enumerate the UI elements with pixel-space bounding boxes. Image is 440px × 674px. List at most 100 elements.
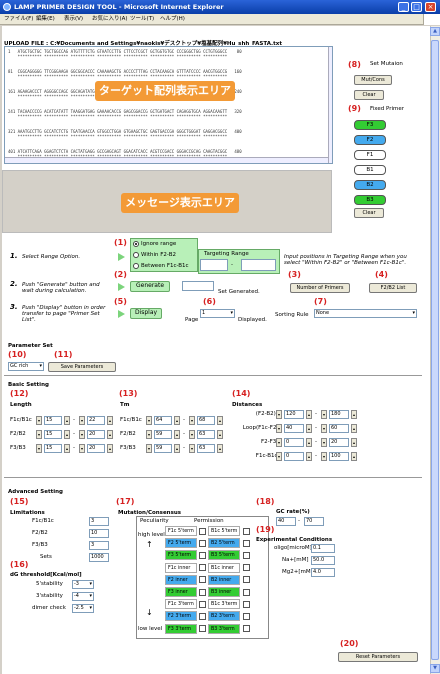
permission-checkbox[interactable] <box>243 527 250 535</box>
decrement-button[interactable]: ▾ <box>79 416 85 425</box>
min-input[interactable]: 40 <box>284 424 304 433</box>
decrement-button[interactable]: ▾ <box>79 430 85 439</box>
increment-button[interactable]: ▴ <box>64 430 70 439</box>
decrement-button[interactable]: ▾ <box>276 438 282 447</box>
limitation-input[interactable]: 3 <box>89 517 109 526</box>
increment-button[interactable]: ▴ <box>174 444 180 453</box>
close-button[interactable]: × <box>425 2 436 12</box>
condition-input[interactable]: 4.0 <box>311 568 335 577</box>
min-input[interactable]: 59 <box>154 444 172 453</box>
menu-view[interactable]: 表示(V) <box>64 15 83 24</box>
max-input[interactable]: 100 <box>329 452 349 461</box>
menu-file[interactable]: ファイル(F) <box>4 15 33 24</box>
increment-button[interactable]: ▴ <box>306 424 312 433</box>
max-input[interactable]: 22 <box>87 416 105 425</box>
increment-button[interactable]: ▴ <box>306 438 312 447</box>
min-input[interactable]: 15 <box>44 416 62 425</box>
sorting-rule-select[interactable]: None <box>314 309 417 318</box>
sequence-display[interactable]: 1 ATGCTGCTGC TGCTGGCCAG ATGTTTTCTG GTAAT… <box>4 46 333 164</box>
permission-checkbox[interactable] <box>199 527 206 535</box>
scroll-down-arrow-icon[interactable]: ▼ <box>430 664 440 673</box>
dg-select[interactable]: -2.5 <box>72 604 94 613</box>
scroll-thumb[interactable] <box>431 40 439 660</box>
min-input[interactable]: 15 <box>44 444 62 453</box>
max-input[interactable]: 20 <box>87 430 105 439</box>
decrement-button[interactable]: ▾ <box>276 424 282 433</box>
min-input[interactable]: 64 <box>154 416 172 425</box>
reset-parameters-button[interactable]: Reset Parameters <box>338 652 418 662</box>
permission-checkbox[interactable] <box>243 551 250 559</box>
mutation-clear-button[interactable]: Clear <box>354 90 384 100</box>
max-input[interactable]: 180 <box>329 410 349 419</box>
max-input[interactable]: 63 <box>197 430 215 439</box>
scroll-up-arrow-icon[interactable]: ▲ <box>430 27 440 36</box>
save-parameters-button[interactable]: Save Parameters <box>48 362 116 372</box>
generate-button[interactable]: Generate <box>130 281 170 292</box>
max-input[interactable]: 63 <box>197 444 215 453</box>
permission-checkbox[interactable] <box>243 612 250 620</box>
decrement-button[interactable]: ▾ <box>146 416 152 425</box>
permission-checkbox[interactable] <box>199 600 206 608</box>
decrement-button[interactable]: ▾ <box>276 410 282 419</box>
fixed-f3-button[interactable]: F3 <box>354 120 386 130</box>
minimize-button[interactable]: _ <box>398 2 409 12</box>
limitation-input[interactable]: 3 <box>89 541 109 550</box>
dg-select[interactable]: -4 <box>72 592 94 601</box>
decrement-button[interactable]: ▾ <box>79 444 85 453</box>
increment-button[interactable]: ▴ <box>351 424 357 433</box>
gc-max-input[interactable]: 70 <box>304 517 324 526</box>
decrement-button[interactable]: ▾ <box>189 416 195 425</box>
increment-button[interactable]: ▴ <box>217 444 223 453</box>
fixed-f1-button[interactable]: F1 <box>354 150 386 160</box>
max-input[interactable]: 60 <box>329 424 349 433</box>
menu-edit[interactable]: 編集(E) <box>36 15 55 24</box>
radio-between-f1c-b1c[interactable] <box>133 263 139 269</box>
permission-checkbox[interactable] <box>199 625 206 633</box>
dg-select[interactable]: -3 <box>72 580 94 589</box>
increment-button[interactable]: ▴ <box>351 438 357 447</box>
min-input[interactable]: 0 <box>284 452 304 461</box>
gc-min-input[interactable]: 40 <box>276 517 296 526</box>
min-input[interactable]: 120 <box>284 410 304 419</box>
increment-button[interactable]: ▴ <box>107 416 113 425</box>
mutcons-button[interactable]: Mut/Cons <box>354 75 392 85</box>
increment-button[interactable]: ▴ <box>217 416 223 425</box>
condition-input[interactable]: 0.1 <box>311 544 335 553</box>
decrement-button[interactable]: ▾ <box>321 410 327 419</box>
increment-button[interactable]: ▴ <box>174 430 180 439</box>
maximize-button[interactable]: □ <box>411 2 422 12</box>
decrement-button[interactable]: ▾ <box>321 424 327 433</box>
sequence-hscroll[interactable] <box>5 157 328 163</box>
permission-checkbox[interactable] <box>243 600 250 608</box>
increment-button[interactable]: ▴ <box>306 452 312 461</box>
decrement-button[interactable]: ▾ <box>321 452 327 461</box>
fixed-b2-button[interactable]: B2 <box>354 180 386 190</box>
radio-within-f2b2[interactable] <box>133 252 139 258</box>
sequence-vscroll[interactable] <box>328 47 332 163</box>
fixed-f2-button[interactable]: F2 <box>354 135 386 145</box>
fixed-b1-button[interactable]: B1 <box>354 165 386 175</box>
permission-checkbox[interactable] <box>243 576 250 584</box>
min-input[interactable]: 59 <box>154 430 172 439</box>
permission-checkbox[interactable] <box>243 539 250 547</box>
increment-button[interactable]: ▴ <box>107 430 113 439</box>
decrement-button[interactable]: ▾ <box>36 430 42 439</box>
decrement-button[interactable]: ▾ <box>36 416 42 425</box>
fixed-b3-button[interactable]: B3 <box>354 195 386 205</box>
range-end-input[interactable] <box>241 259 276 271</box>
increment-button[interactable]: ▴ <box>217 430 223 439</box>
decrement-button[interactable]: ▾ <box>276 452 282 461</box>
permission-checkbox[interactable] <box>243 625 250 633</box>
increment-button[interactable]: ▴ <box>174 416 180 425</box>
menu-help[interactable]: ヘルプ(H) <box>160 15 185 24</box>
permission-checkbox[interactable] <box>199 576 206 584</box>
permission-checkbox[interactable] <box>199 612 206 620</box>
decrement-button[interactable]: ▾ <box>189 430 195 439</box>
limitation-input[interactable]: 10 <box>89 529 109 538</box>
increment-button[interactable]: ▴ <box>107 444 113 453</box>
decrement-button[interactable]: ▾ <box>321 438 327 447</box>
decrement-button[interactable]: ▾ <box>36 444 42 453</box>
parameter-set-select[interactable]: GC rich <box>8 362 44 371</box>
min-input[interactable]: 15 <box>44 430 62 439</box>
permission-checkbox[interactable] <box>199 588 206 596</box>
